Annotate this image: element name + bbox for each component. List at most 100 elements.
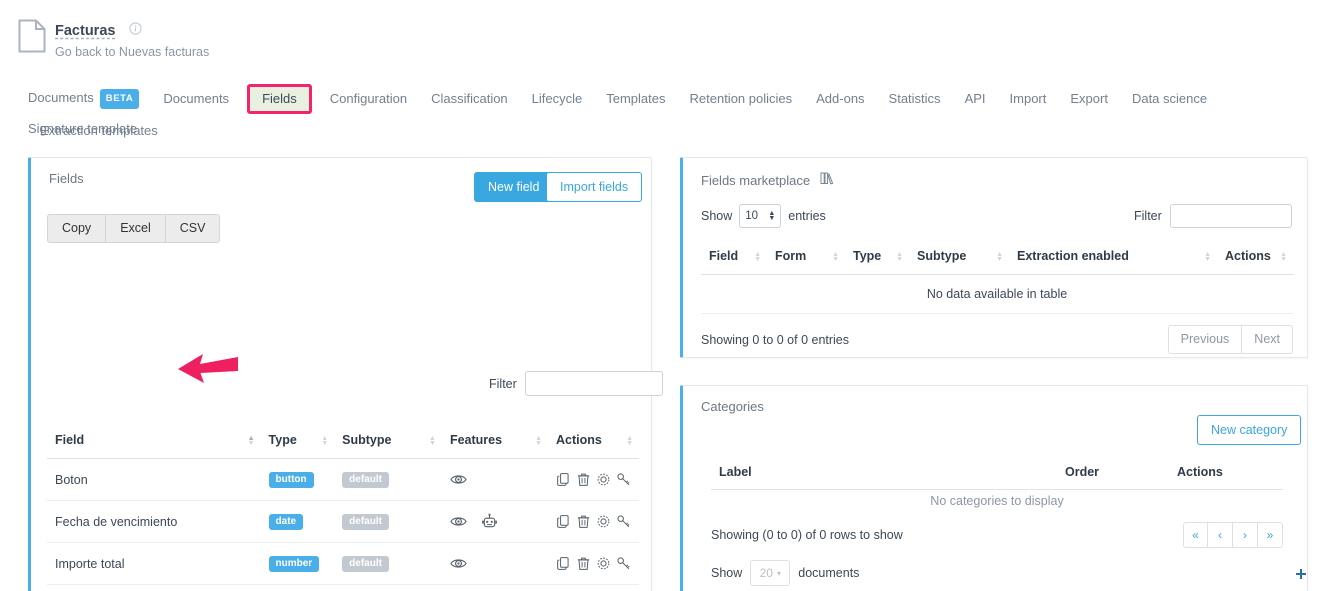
col-form[interactable]: Form ▲ ▼ (767, 240, 845, 275)
gear-icon[interactable] (596, 556, 611, 571)
info-icon[interactable] (129, 22, 142, 40)
tab-lifecycle[interactable]: Lifecycle (520, 84, 595, 114)
tab-signature-template[interactable]: Signature template (28, 114, 149, 144)
subtype-badge: default (342, 471, 389, 488)
cell-field: Boton (47, 458, 261, 501)
fields-filter-input[interactable] (524, 371, 663, 396)
csv-button[interactable]: CSV (165, 214, 221, 243)
col-subtype[interactable]: Subtype ▲ ▼ (909, 240, 1009, 275)
tab-label: Documents (28, 90, 94, 105)
key-icon[interactable] (616, 556, 631, 571)
fields-table: Field ▲ ▼ Type ▲ ▼ Subtype ▲ ▼ Features ▲ ▼ Acti… (47, 424, 639, 591)
pager-last-button[interactable]: » (1258, 522, 1283, 548)
copy-icon[interactable] (556, 556, 571, 571)
page-title[interactable]: Facturas (55, 23, 115, 39)
tab-add-ons[interactable]: Add-ons (804, 84, 876, 114)
col-label: Extraction enabled (1017, 249, 1129, 263)
pager-first-button[interactable]: « (1183, 522, 1208, 548)
fields-card-title: Fields (49, 171, 84, 186)
gear-icon[interactable] (596, 472, 611, 487)
col-features[interactable]: Features ▲ ▼ (441, 424, 548, 459)
sort-icon: ▲ ▼ (896, 251, 903, 263)
trash-icon[interactable] (576, 472, 591, 487)
document-icon (18, 19, 46, 53)
eye-icon[interactable] (450, 555, 467, 572)
tab-configuration[interactable]: Configuration (318, 84, 419, 114)
col-label: Label (711, 456, 1057, 490)
eye-icon[interactable] (450, 513, 467, 530)
cell-subtype: default (334, 500, 442, 543)
tab-documents[interactable]: Documents (151, 84, 241, 114)
trash-icon[interactable] (576, 556, 591, 571)
col-actions[interactable]: Actions ▲ ▼ (548, 424, 639, 459)
col-extraction-enabled[interactable]: Extraction enabled ▲ ▼ (1009, 240, 1217, 275)
documents-per-page-select[interactable]: 20 ▾ (750, 560, 791, 586)
tab-templates[interactable]: Templates (594, 84, 677, 114)
key-icon[interactable] (616, 472, 631, 487)
col-label: Type (853, 249, 882, 263)
categories-card: Categories New category Label Order Acti… (680, 385, 1308, 591)
cell-field: Fecha de vencimiento (47, 500, 261, 543)
pager-next-button[interactable]: › (1233, 522, 1258, 548)
tab-statistics[interactable]: Statistics (877, 84, 953, 114)
gear-icon[interactable] (596, 514, 611, 529)
sort-icon: ▲ ▼ (626, 435, 633, 447)
key-icon[interactable] (616, 514, 631, 529)
previous-button[interactable]: Previous (1167, 325, 1243, 354)
col-label-text: Order (1065, 465, 1100, 479)
col-actions[interactable]: Actions ▲ ▼ (1217, 240, 1293, 275)
new-field-button[interactable]: New field (474, 172, 554, 202)
tab-bar-row2: Signature template (28, 114, 149, 144)
table-header-row: Label Order Actions (711, 456, 1283, 490)
import-fields-button[interactable]: Import fields (546, 172, 643, 202)
cell-actions (548, 584, 639, 591)
copy-icon[interactable] (556, 472, 571, 487)
cell-features (441, 542, 548, 585)
tab-documents-beta[interactable]: Documents BETA (28, 82, 151, 116)
categories-table: Label Order Actions (711, 456, 1283, 490)
copy-button[interactable]: Copy (47, 214, 107, 243)
col-subtype[interactable]: Subtype ▲ ▼ (334, 424, 442, 459)
fields-card: Fields New field Import fields Copy Exce… (28, 157, 663, 591)
cell-subtype: default (334, 458, 442, 501)
tab-export[interactable]: Export (1058, 84, 1120, 114)
subtype-badge: default (342, 555, 389, 572)
copy-icon[interactable] (556, 514, 571, 529)
cell-field: Necesita la aprobacion de (47, 584, 261, 591)
table-row: Fecha de vencimiento date default (47, 500, 639, 543)
resize-handle-icon[interactable] (1296, 566, 1306, 584)
pager-prev-button[interactable]: ‹ (1208, 522, 1233, 548)
col-type[interactable]: Type ▲ ▼ (260, 424, 335, 459)
robot-icon[interactable] (481, 513, 498, 530)
page-header: Facturas Go back to Nuevas facturas (0, 0, 1325, 72)
entries-select[interactable]: 10 ▲ ▼ (739, 204, 782, 228)
cell-type: choice (260, 584, 335, 591)
tab-retention-policies[interactable]: Retention policies (678, 84, 805, 114)
trash-icon[interactable] (576, 514, 591, 529)
cell-features (441, 458, 548, 501)
actions-group (556, 556, 631, 571)
tab-api[interactable]: API (953, 84, 998, 114)
cell-subtype: users (334, 584, 442, 591)
marketplace-table-body: No data available in table (701, 274, 1293, 314)
col-field[interactable]: Field ▲ ▼ (47, 424, 261, 459)
tab-fields[interactable]: Fields (247, 84, 312, 114)
next-button[interactable]: Next (1242, 325, 1293, 354)
col-label: Field (709, 249, 739, 263)
marketplace-filter-input[interactable] (1169, 204, 1292, 228)
export-button-group: Copy Excel CSV (47, 214, 221, 243)
tab-classification[interactable]: Classification (419, 84, 520, 114)
excel-button[interactable]: Excel (106, 214, 166, 243)
table-row: Necesita la aprobacion dechoiceusers (47, 584, 639, 591)
col-field[interactable]: Field ▲ ▼ (701, 240, 767, 275)
eye-icon[interactable] (450, 471, 467, 488)
fields-table-body: Boton button default Fecha de vencimiento da… (47, 458, 639, 591)
categories-empty-message: No categories to display (930, 494, 1064, 508)
sort-icon: ▲ ▼ (832, 251, 839, 263)
col-type[interactable]: Type ▲ ▼ (845, 240, 909, 275)
tab-import[interactable]: Import (998, 84, 1059, 114)
back-link[interactable]: Go back to Nuevas facturas (55, 45, 209, 59)
entries-select-value: 10 (745, 210, 759, 222)
tab-data-science[interactable]: Data science (1120, 84, 1219, 114)
new-category-button[interactable]: New category (1197, 415, 1302, 445)
